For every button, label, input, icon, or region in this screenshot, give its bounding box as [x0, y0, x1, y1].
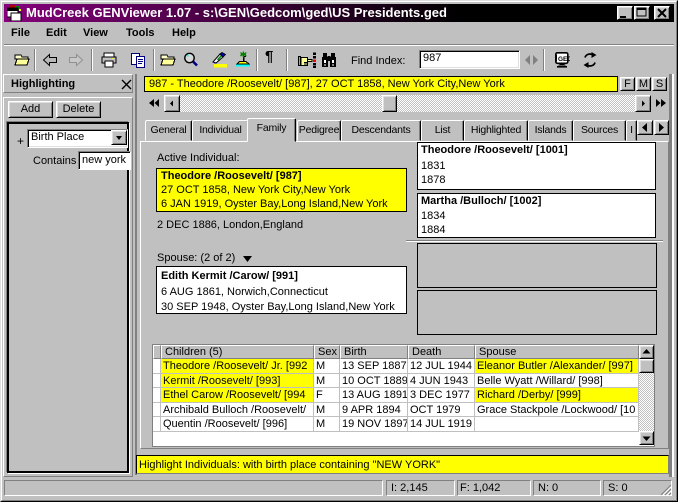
svg-text:GED: GED	[558, 56, 570, 63]
